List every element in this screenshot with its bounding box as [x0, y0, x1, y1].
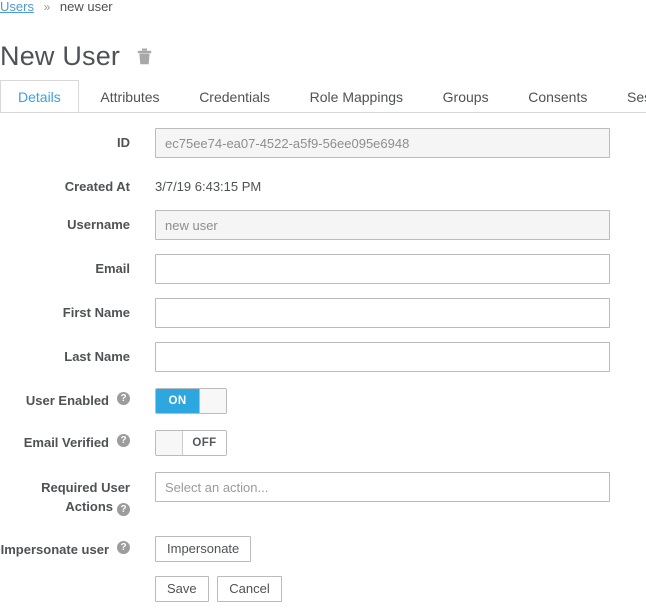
impersonate-label: Impersonate user ? [0, 536, 130, 558]
breadcrumb: Users » new user [0, 0, 113, 17]
breadcrumb-link-users[interactable]: Users [0, 0, 34, 14]
email-verified-label: Email Verified ? [0, 428, 130, 451]
form-row-email-verified: Email Verified ? OFF [0, 428, 646, 458]
id-field [155, 128, 610, 158]
id-label: ID [0, 128, 130, 151]
help-circle-icon-user-enabled[interactable]: ? [117, 392, 130, 405]
last-name-field[interactable] [155, 342, 610, 372]
user-enabled-state-label: ON [156, 389, 199, 413]
created-at-value: 3/7/19 6:43:15 PM [155, 172, 646, 196]
tab-credentials[interactable]: Credentials [181, 80, 288, 113]
impersonate-button[interactable]: Impersonate [155, 536, 251, 562]
first-name-label: First Name [0, 298, 130, 321]
help-circle-icon-email-verified[interactable]: ? [117, 434, 130, 447]
form-row-first-name: First Name [0, 298, 646, 328]
form-row-email: Email [0, 254, 646, 284]
email-verified-toggle[interactable]: OFF [155, 430, 227, 456]
form-row-id: ID [0, 128, 646, 158]
tab-sessions[interactable]: Sessions [609, 80, 646, 113]
email-verified-knob [156, 431, 183, 455]
help-circle-icon-required-user-actions[interactable]: ? [117, 503, 130, 516]
required-user-actions-select[interactable] [155, 472, 610, 502]
required-user-actions-label: Required User Actions? [0, 472, 130, 516]
tab-role-mappings[interactable]: Role Mappings [292, 80, 421, 113]
user-enabled-label: User Enabled ? [0, 386, 130, 409]
help-circle-icon-impersonate[interactable]: ? [117, 541, 130, 554]
user-details-form: ID Created At 3/7/19 6:43:15 PM Username… [0, 128, 646, 616]
form-row-last-name: Last Name [0, 342, 646, 372]
form-row-impersonate: Impersonate user ? Impersonate [0, 536, 646, 562]
tab-attributes[interactable]: Attributes [82, 80, 177, 113]
tab-bar: Details Attributes Credentials Role Mapp… [0, 80, 646, 113]
page-title: New User [0, 43, 120, 70]
trash-icon[interactable] [134, 45, 154, 67]
username-field [155, 210, 610, 240]
user-enabled-knob [199, 389, 226, 413]
email-label: Email [0, 254, 130, 277]
cancel-button[interactable]: Cancel [217, 576, 281, 602]
form-row-actions: Save Cancel [0, 576, 646, 602]
actions-label-spacer [0, 576, 130, 582]
created-at-label: Created At [0, 172, 130, 195]
tab-consents[interactable]: Consents [510, 80, 605, 113]
email-verified-state-label: OFF [183, 431, 226, 455]
first-name-field[interactable] [155, 298, 610, 328]
form-row-required-user-actions: Required User Actions? [0, 472, 646, 516]
username-label: Username [0, 210, 130, 233]
user-enabled-toggle[interactable]: ON [155, 388, 227, 414]
page-header: New User [0, 38, 154, 74]
tab-details[interactable]: Details [0, 80, 79, 113]
save-button[interactable]: Save [155, 576, 209, 602]
form-row-created-at: Created At 3/7/19 6:43:15 PM [0, 172, 646, 196]
breadcrumb-current: new user [60, 0, 113, 14]
last-name-label: Last Name [0, 342, 130, 365]
breadcrumb-separator-icon: » [44, 0, 51, 14]
form-row-user-enabled: User Enabled ? ON [0, 386, 646, 414]
email-field[interactable] [155, 254, 610, 284]
form-row-username: Username [0, 210, 646, 240]
tab-groups[interactable]: Groups [425, 80, 507, 113]
